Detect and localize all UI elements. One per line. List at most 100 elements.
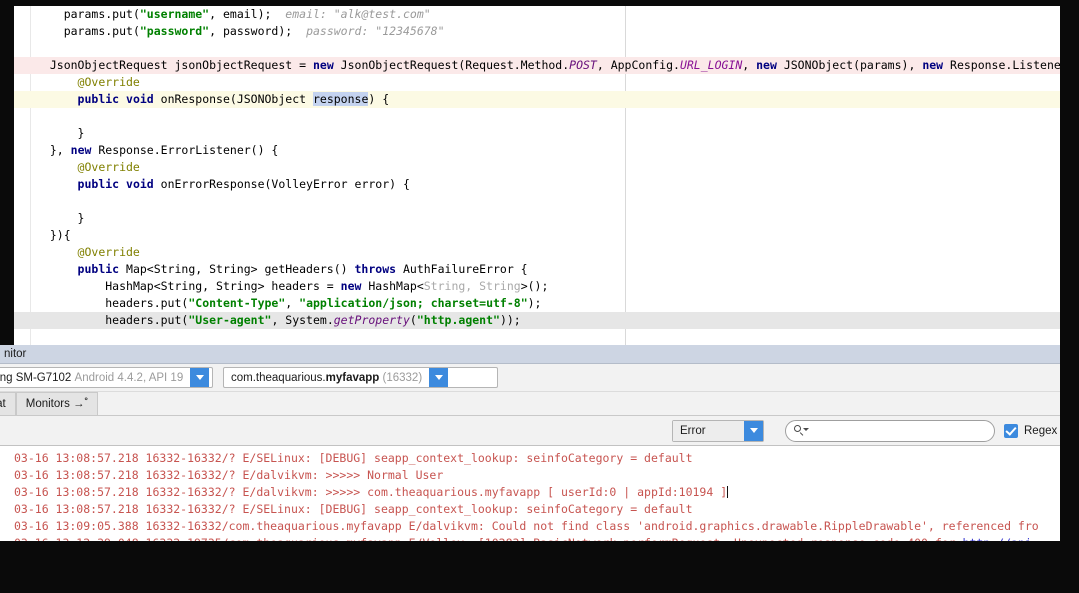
code-token: void [126,177,154,191]
code-line: public void onErrorResponse(VolleyError … [14,176,1060,193]
code-token: new [71,143,92,157]
code-token: ( [410,313,417,327]
code-token: password: "12345678" [306,24,444,38]
code-token: } [78,211,85,225]
code-token: Response.ErrorListener() { [91,143,278,157]
process-selector-value: com.theaquarious.myfavapp (16332) [224,368,429,387]
code-line: }, new Response.ErrorListener() { [14,142,1060,159]
code-token: HashMap<String, String> headers = [105,279,340,293]
regex-toggle[interactable]: Regex [1004,424,1057,438]
code-line: HashMap<String, String> headers = new Ha… [14,278,1060,295]
code-token: String, String [424,279,521,293]
code-token: onErrorResponse(VolleyError error) { [154,177,410,191]
code-token: headers.put( [105,296,188,310]
code-token: URL_LOGIN [680,58,742,72]
monitor-tab-bar: gcat Monitors →˚ [0,392,1060,416]
text-caret [727,486,728,498]
code-token: void [126,92,154,106]
tab-logcat[interactable]: gcat [0,392,16,415]
code-token: Response.Listener [943,58,1060,72]
code-token: new [341,279,362,293]
regex-label: Regex [1024,425,1057,437]
logcat-url-link[interactable]: http://api. [963,536,1039,541]
search-input[interactable] [805,422,994,440]
code-token: POST [569,58,597,72]
code-token: AuthFailureError { [396,262,528,276]
code-line: @Override [14,159,1060,176]
code-token: @Override [78,160,140,174]
chevron-down-icon[interactable] [744,421,763,441]
code-token: headers.put( [105,313,188,327]
process-selector-dropdown[interactable]: com.theaquarious.myfavapp (16332) [223,367,498,388]
code-token: "User-agent" [188,313,271,327]
code-line: JsonObjectRequest jsonObjectRequest = ne… [14,57,1060,74]
code-token: onResponse(JSONObject [154,92,313,106]
code-token: , email); [209,7,285,21]
code-token: public [78,92,120,106]
code-token: response [313,92,368,106]
code-token: public [78,262,120,276]
logcat-output[interactable]: 03-16 13:08:57.218 16332-16332/? E/SELin… [0,446,1060,541]
search-icon [794,425,805,436]
code-token: JsonObjectRequest jsonObjectRequest = [50,58,313,72]
code-token: "username" [140,7,209,21]
code-token: params.put( [64,24,140,38]
device-selector-dropdown[interactable]: msung SM-G7102 Android 4.4.2, API 19 [0,367,213,388]
logcat-line: 03-16 13:12:39.048 16332-19735/com.theaq… [0,535,1060,541]
code-token: public [78,177,120,191]
code-token: "application/json; charset=utf-8" [299,296,527,310]
log-level-dropdown[interactable]: Error [672,420,764,442]
code-token [119,177,126,191]
android-monitor-title-bar[interactable]: nitor [0,345,1060,364]
logcat-search-box[interactable] [785,420,995,442]
logcat-filter-bar: Error Regex [0,416,1060,446]
code-line: headers.put("User-agent", System.getProp… [14,312,1060,329]
code-token: HashMap< [361,279,423,293]
code-token: @Override [78,75,140,89]
code-token: JSONObject(params), [777,58,922,72]
code-token: , password); [209,24,306,38]
code-token: new [313,58,334,72]
code-line: public void onResponse(JSONObject respon… [14,91,1060,108]
code-token: @Override [78,245,140,259]
code-token: "http.agent" [417,313,500,327]
code-token: )); [500,313,521,327]
code-token: ) { [368,92,389,106]
android-monitor-panel: nitor msung SM-G7102 Android 4.4.2, API … [0,345,1060,541]
code-token: new [756,58,777,72]
code-token: params.put( [64,7,140,21]
code-line [14,108,1060,125]
code-token: new [922,58,943,72]
code-token: Map<String, String> getHeaders() [119,262,354,276]
code-token: getProperty [334,313,410,327]
logcat-line: 03-16 13:08:57.218 16332-16332/? E/SELin… [0,501,1060,518]
chevron-down-icon[interactable] [429,368,448,387]
logcat-line: 03-16 13:08:57.218 16332-16332/? E/dalvi… [0,467,1060,484]
code-token: email: "alk@test.com" [285,7,430,21]
regex-checkbox[interactable] [1004,424,1018,438]
logcat-line: 03-16 13:08:57.218 16332-16332/? E/SELin… [0,450,1060,467]
code-token: >(); [521,279,549,293]
code-token: ); [528,296,542,310]
code-token: , [742,58,756,72]
source-code[interactable]: params.put("username", email); email: "a… [14,6,1060,329]
log-level-value: Error [673,421,744,441]
tab-monitors[interactable]: Monitors →˚ [16,392,99,415]
code-line [14,193,1060,210]
code-token: } [78,126,85,140]
code-line: @Override [14,244,1060,261]
chevron-down-icon[interactable] [190,368,209,387]
code-token: , System. [271,313,333,327]
code-editor-pane[interactable]: params.put("username", email); email: "a… [14,6,1060,345]
code-token: "Content-Type" [188,296,285,310]
code-line [14,40,1060,57]
code-token: , AppConfig. [597,58,680,72]
code-token [119,92,126,106]
process-package-prefix: com.theaquarious. [231,372,326,384]
code-line: public Map<String, String> getHeaders() … [14,261,1060,278]
code-line: } [14,210,1060,227]
code-token: throws [355,262,397,276]
ide-window: params.put("username", email); email: "a… [0,0,1079,593]
code-line: }){ [14,227,1060,244]
code-token: }){ [50,228,71,242]
